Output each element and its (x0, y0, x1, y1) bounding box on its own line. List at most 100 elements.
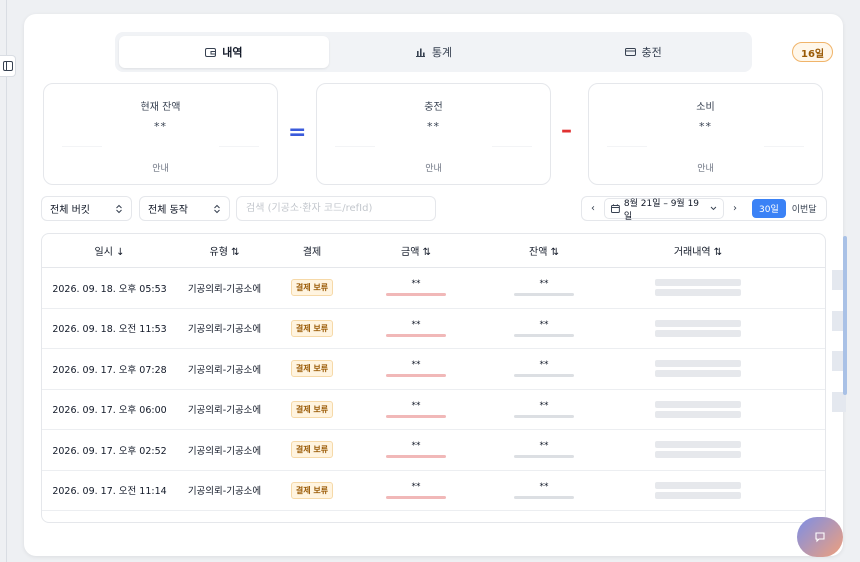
row-date: 2026. 09. 17. 오후 07:28 (52, 364, 167, 376)
table-row[interactable]: 2026. 09. 18. 오전 11:53 기공의뢰-기공소에 결제 보류 ** ** (42, 309, 825, 349)
col-header-type[interactable]: 유형 ⇅ (177, 243, 272, 258)
row-type: 기공의뢰-기공소에 (187, 486, 262, 498)
charge-value: ** (427, 120, 440, 133)
amount-value: ** (411, 400, 421, 411)
remaining-days-badge: 16일 (792, 42, 834, 62)
payment-status-badge: 결제 보류 (290, 481, 334, 499)
redacted-details (608, 319, 788, 337)
row-details (608, 400, 788, 418)
redacted-balance (514, 293, 574, 297)
spend-info-link[interactable]: 안내 (589, 161, 822, 174)
redacted-amount (386, 495, 446, 499)
calendar-icon (611, 204, 620, 213)
chat-button[interactable] (797, 517, 843, 557)
amount-value: ** (411, 279, 421, 290)
search-input[interactable] (236, 196, 436, 221)
balance-info-link[interactable]: 안내 (44, 161, 277, 174)
table-scrollbar[interactable] (843, 236, 847, 395)
row-payment: 결제 보류 (272, 360, 352, 378)
row-date: 2026. 09. 18. 오전 11:53 (52, 324, 167, 336)
redacted-amount (386, 293, 446, 297)
date-range-picker[interactable]: 8월 21일 – 9월 19일 (604, 198, 724, 222)
amount-value: ** (411, 319, 421, 330)
table-row[interactable]: 2026. 09. 17. 오후 02:52 기공의뢰-기공소에 결제 보류 ** ** (42, 430, 825, 471)
spend-card: 소비 ** 안내 (588, 83, 823, 185)
wallet-icon (205, 48, 217, 57)
col-header-amount[interactable]: 금액 ⇅ (352, 243, 480, 258)
spend-value: ** (699, 120, 712, 133)
balance-cell: ** (480, 401, 608, 418)
table-row[interactable]: 2026. 09. 17. 오전 11:14 기공의뢰-기공소에 결제 보류 ** ** (42, 471, 825, 511)
redacted-amount (386, 374, 446, 378)
tab-bar: 내역 통계 충전 (115, 32, 752, 72)
payment-status-badge: 결제 보류 (290, 400, 334, 418)
payment-status-badge: 결제 보류 (290, 360, 334, 378)
date-range-bar: ‹ 8월 21일 – 9월 19일 › 30일 이번달 (581, 196, 827, 222)
row-details (608, 441, 788, 459)
redacted-balance (514, 495, 574, 499)
payment-status-badge: 결제 보류 (290, 441, 334, 459)
tab-history-label: 내역 (222, 46, 243, 59)
row-details (608, 279, 788, 297)
main-card: 내역 통계 충전 16일 현재 잔액 ** 안내 = 충전 ** 안내 – 소비… (24, 14, 847, 556)
col-header-details[interactable]: 거래내역 ⇅ (608, 243, 788, 258)
balance-label: 현재 잔액 (140, 102, 181, 113)
transactions-table: 일시 ↓ 유형 ⇅ 결제 금액 ⇅ 잔액 ⇅ 거래내역 ⇅ 2026. 09. … (41, 233, 826, 523)
bucket-select[interactable]: 전체 버킷 (41, 196, 132, 221)
row-balance: ** (480, 279, 608, 297)
table-row[interactable]: 2026. 09. 18. 오후 05:53 기공의뢰-기공소에 결제 보류 ** ** (42, 268, 825, 309)
chevron-up-down-icon (116, 204, 122, 213)
prev-range-button[interactable]: ‹ (582, 197, 604, 220)
row-type: 기공의뢰-기공소에 (187, 283, 262, 295)
charge-info-link[interactable]: 안내 (317, 161, 550, 174)
table-header: 일시 ↓ 유형 ⇅ 결제 금액 ⇅ 잔액 ⇅ 거래내역 ⇅ (42, 234, 825, 268)
30-days-button[interactable]: 30일 (752, 199, 786, 218)
payment-status-badge: 결제 보류 (290, 279, 334, 297)
row-amount: ** (352, 279, 480, 297)
tab-charge[interactable]: 충전 (538, 36, 748, 68)
redacted-details (608, 279, 788, 297)
row-balance: ** (480, 401, 608, 418)
row-details (608, 319, 788, 337)
divider (764, 146, 804, 147)
row-payment: 결제 보류 (272, 400, 352, 418)
redacted-balance (514, 374, 574, 378)
amount-value: ** (411, 481, 421, 492)
col-header-date[interactable]: 일시 ↓ (42, 243, 177, 258)
tab-stats[interactable]: 통계 (329, 36, 539, 68)
tab-stats-label: 통계 (431, 46, 453, 59)
row-balance: ** (480, 360, 608, 378)
balance-cell: ** (480, 279, 608, 297)
table-row[interactable]: 2026. 09. 17. 오후 06:00 기공의뢰-기공소에 결제 보류 ** ** (42, 390, 825, 430)
balance-cell: ** (480, 441, 608, 459)
row-amount: ** (352, 320, 480, 337)
balance-value: ** (539, 481, 549, 492)
row-payment: 결제 보류 (272, 441, 352, 459)
tab-history[interactable]: 내역 (119, 36, 329, 68)
row-payment: 결제 보류 (272, 481, 352, 499)
charge-card: 충전 ** 안내 (316, 83, 551, 185)
row-balance: ** (480, 482, 608, 499)
row-date: 2026. 09. 17. 오후 02:52 (52, 445, 167, 457)
row-date: 2026. 09. 17. 오전 11:14 (52, 486, 167, 498)
amount-cell: ** (352, 360, 480, 378)
balance-value: ** (539, 279, 549, 290)
minus-sign: – (561, 118, 572, 143)
balance-value: ** (539, 441, 549, 452)
redacted-amount (386, 333, 446, 337)
payment-status-badge: 결제 보류 (290, 319, 334, 337)
amount-cell: ** (352, 482, 480, 499)
redacted-details (608, 441, 788, 459)
this-month-button[interactable]: 이번달 (792, 202, 817, 215)
table-row[interactable]: 2026. 09. 17. 오후 07:28 기공의뢰-기공소에 결제 보류 ** ** (42, 349, 825, 390)
next-range-button[interactable]: › (724, 197, 746, 220)
col-header-balance[interactable]: 잔액 ⇅ (480, 243, 608, 258)
action-select[interactable]: 전체 동작 (139, 196, 230, 221)
redacted-balance (514, 455, 574, 459)
spend-label: 소비 (696, 102, 715, 113)
sidebar-toggle-button[interactable] (0, 55, 16, 77)
bucket-select-label: 전체 버킷 (50, 205, 90, 216)
row-type: 기공의뢰-기공소에 (187, 445, 262, 457)
table-body: 2026. 09. 18. 오후 05:53 기공의뢰-기공소에 결제 보류 ** **… (42, 268, 825, 511)
redacted-amount (386, 414, 446, 418)
